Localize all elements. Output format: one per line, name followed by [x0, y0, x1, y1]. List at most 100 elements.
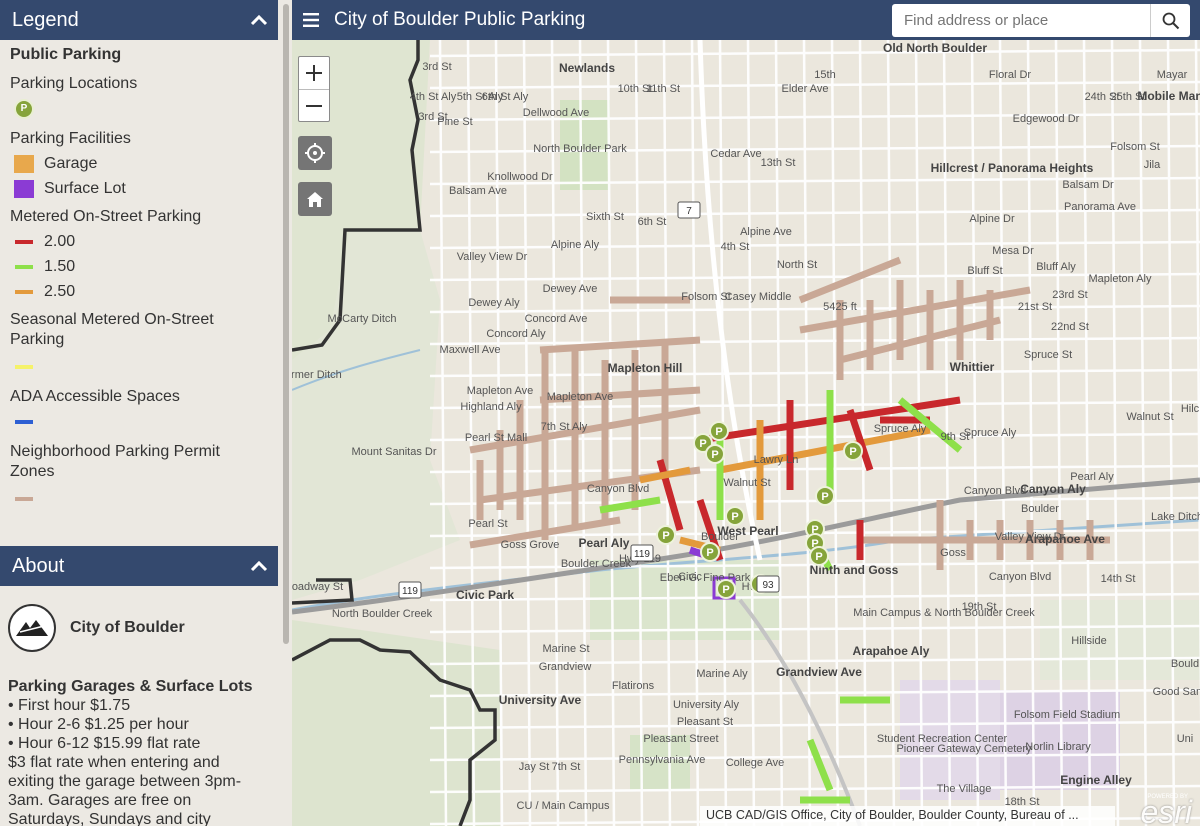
zoom-control	[298, 56, 330, 122]
legend-group-seasonal: Seasonal Metered On-Street Parking	[10, 311, 214, 348]
map-attribution[interactable]: UCB CAD/GIS Office, City of Boulder, Bou…	[700, 806, 1115, 826]
legend-panel-header[interactable]: Legend	[0, 0, 278, 40]
sidebar: Legend Public Parking Parking Locations …	[0, 0, 278, 826]
map-label: Balsam Dr	[1062, 179, 1114, 191]
map-label: Broadway St	[292, 581, 343, 593]
map-label: Main Campus & North Boulder Creek	[853, 607, 1035, 619]
parking-marker[interactable]: P	[709, 421, 729, 441]
map-label: University Aly	[673, 699, 740, 711]
basemap: Old North Boulder Newlands Mayar Mobile Man…	[292, 31, 1200, 826]
map-label: 7th St	[552, 761, 581, 773]
parking-marker-label: P	[706, 547, 713, 559]
parking-marker[interactable]: P	[843, 441, 863, 461]
about-body: City of Boulder Parking Garages & Surfac…	[0, 586, 278, 826]
map-label: Casey Middle	[725, 291, 792, 303]
locate-button[interactable]	[298, 136, 332, 170]
zoom-in-button[interactable]	[299, 57, 329, 89]
parking-marker[interactable]: P	[656, 525, 676, 545]
map-label: Old North Boulder	[883, 41, 987, 55]
map-label: Elder Ave	[782, 83, 829, 95]
map-label: Edgewood Dr	[1013, 113, 1080, 125]
org-row: City of Boulder	[8, 602, 270, 654]
map-label: 15th	[814, 69, 835, 81]
about-panel-header[interactable]: About	[0, 546, 278, 586]
map-label: The Village	[937, 783, 992, 795]
scrollbar-thumb[interactable]	[283, 4, 289, 644]
chevron-up-icon[interactable]	[250, 11, 268, 29]
map-label: Highland Aly	[460, 401, 522, 413]
map-label: Flatirons	[612, 680, 655, 692]
map-label: Bluff St	[967, 265, 1002, 277]
map-label: Marine St	[542, 643, 589, 655]
map-label: 3rd St	[418, 111, 447, 123]
map-label: 13th St	[761, 157, 796, 169]
legend-item-metered-250: 2.50	[10, 279, 268, 304]
street-line	[429, 304, 1200, 314]
sidebar-scrollbar[interactable]	[281, 0, 291, 826]
chevron-up-icon[interactable]	[250, 557, 268, 575]
map-label: Valley View Dr	[995, 531, 1066, 543]
map-label: Mapleton Ave	[547, 391, 613, 403]
esri-logo[interactable]: POWERED BY esri	[1122, 792, 1196, 826]
map-label: 6th St Aly	[482, 91, 529, 103]
map-label: Walnut St	[1126, 411, 1173, 423]
parking-marker[interactable]: P	[716, 579, 736, 599]
map-label: Lake Ditch	[1151, 511, 1200, 523]
parking-marker-label: P	[662, 530, 669, 542]
search-button[interactable]	[1150, 4, 1190, 37]
home-button[interactable]	[298, 182, 332, 216]
map-label: Spruce Aly	[964, 427, 1017, 439]
legend-group-parking-facilities: Parking Facilities	[10, 130, 131, 147]
map-label: Engine Alley	[1060, 773, 1132, 787]
search-box	[892, 4, 1190, 37]
map-label: Valley View Dr	[457, 251, 528, 263]
map-label: Boulder	[1021, 503, 1059, 515]
map-label: Alpine Dr	[969, 213, 1015, 225]
street-line	[606, 39, 616, 826]
legend-layer-title: Public Parking	[10, 46, 122, 63]
menu-icon[interactable]	[296, 0, 326, 40]
map-label: Goss Grove	[501, 539, 560, 551]
route-shield: 119	[630, 544, 654, 562]
route-shield: 7	[677, 201, 701, 219]
plus-icon	[306, 65, 322, 81]
route-shield-label: 7	[686, 206, 692, 217]
map-label: Pioneer Gateway Cemetery	[896, 743, 1032, 755]
map-label: 11th St	[646, 83, 680, 95]
parking-marker-label: P	[821, 491, 828, 503]
search-icon	[1162, 12, 1179, 29]
about-line: • Hour 2-6 $1.25 per hour	[8, 716, 189, 733]
map-label: Dellwood Ave	[523, 107, 589, 119]
parking-marker[interactable]: P	[809, 546, 829, 566]
surface-lot-swatch-icon	[14, 179, 34, 198]
about-line: • Hour 6-12 $15.99 flat rate	[8, 735, 201, 752]
map-label: 4th St	[721, 241, 750, 253]
map-label: 3rd St	[422, 61, 451, 73]
parking-marker-icon: P	[14, 98, 34, 119]
parking-marker[interactable]: P	[700, 542, 720, 562]
map-label: 14th St	[1101, 573, 1136, 585]
map-view[interactable]: Old North Boulder Newlands Mayar Mobile Man…	[292, 0, 1200, 826]
city-logo-icon	[8, 604, 56, 652]
red-line-swatch-icon	[15, 239, 33, 244]
map-label: Canyon Blvd	[587, 483, 649, 495]
about-line: • First hour $1.75	[8, 697, 131, 714]
map-label: University Ave	[499, 693, 582, 707]
parking-marker[interactable]: P	[705, 444, 725, 464]
map-label: Knollwood Dr	[487, 171, 553, 183]
map-label: Mount Sanitas Dr	[352, 446, 437, 458]
org-name: City of Boulder	[70, 619, 185, 636]
map-label: Lawry Ln	[754, 454, 799, 466]
map-label: Mesa Dr	[992, 245, 1034, 257]
map-label: 19th St	[962, 601, 997, 613]
search-input[interactable]	[892, 4, 1150, 37]
minus-icon	[306, 104, 322, 107]
map-label: Panorama Ave	[1064, 201, 1136, 213]
yellow-line-swatch-icon	[15, 364, 33, 369]
parking-marker[interactable]: P	[815, 486, 835, 506]
map-label: Mapleton Hill	[608, 361, 683, 375]
parking-marker[interactable]: P	[725, 506, 745, 526]
zoom-out-button[interactable]	[299, 89, 329, 121]
map-label: Spruce Aly	[874, 423, 927, 435]
map-label: 4th St Aly	[410, 91, 457, 103]
